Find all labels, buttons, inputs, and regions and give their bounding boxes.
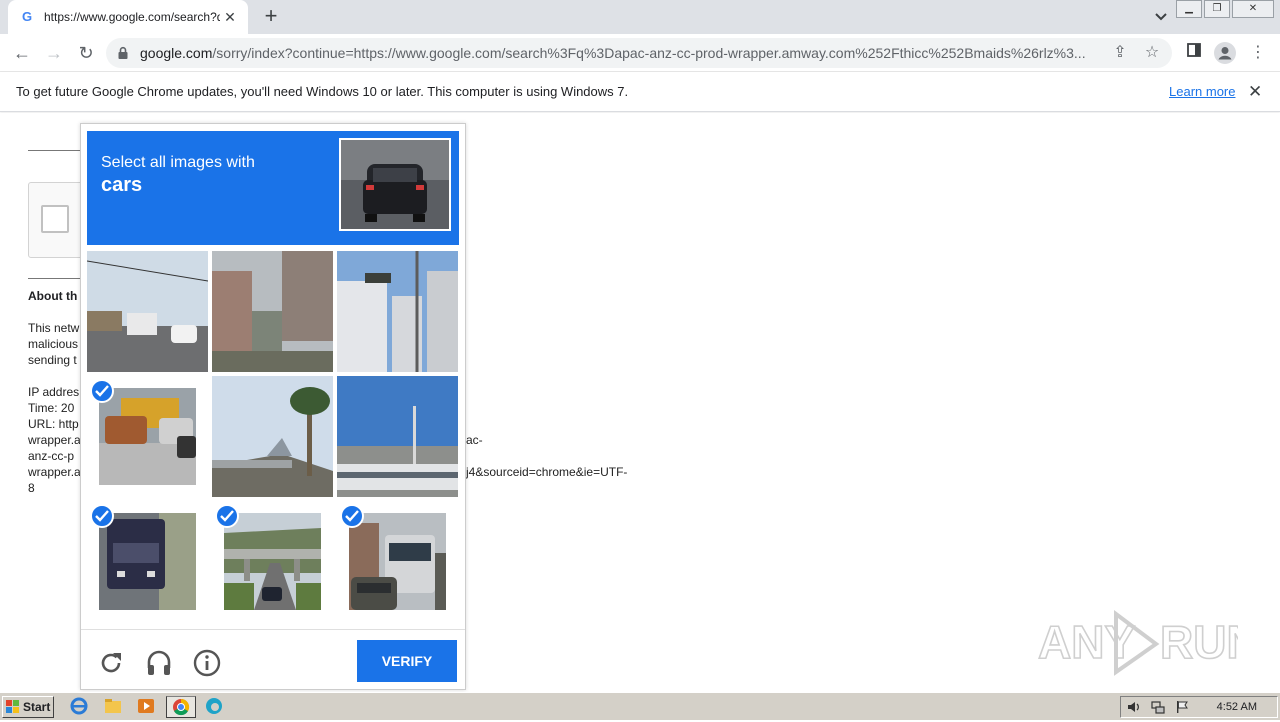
minimize-button[interactable]: ▁ — [1176, 0, 1202, 18]
checkmark-icon — [340, 504, 364, 528]
svg-text:ANY: ANY — [1038, 616, 1135, 668]
image-tile-selected[interactable] — [87, 376, 208, 497]
edge-icon[interactable] — [203, 696, 227, 718]
address-bar[interactable]: google.com/sorry/index?continue=https://… — [106, 38, 1172, 68]
chrome-taskbar-icon[interactable] — [166, 696, 196, 718]
verify-button[interactable]: VERIFY — [357, 640, 457, 682]
image-tile[interactable] — [337, 251, 458, 372]
image-tile[interactable] — [212, 251, 333, 372]
image-tile[interactable] — [87, 251, 208, 372]
page-text-line: wrapper.a — [28, 433, 81, 447]
recaptcha-checkbox[interactable] — [41, 205, 69, 233]
image-tile-selected[interactable] — [87, 501, 208, 622]
browser-tab[interactable]: G https://www.google.com/search?q= ✕ — [8, 0, 248, 34]
challenge-footer: VERIFY — [81, 629, 465, 689]
window-close-button[interactable]: ✕ — [1232, 0, 1274, 18]
image-grid — [87, 251, 459, 621]
media-player-icon[interactable] — [135, 696, 159, 718]
recaptcha-widget[interactable] — [28, 182, 88, 258]
page-text-line: ac- — [466, 433, 483, 447]
learn-more-link[interactable]: Learn more — [1169, 84, 1235, 99]
internet-explorer-icon[interactable] — [68, 696, 92, 718]
divider — [28, 278, 88, 279]
tile-image — [337, 376, 458, 497]
checkmark-icon — [90, 504, 114, 528]
menu-kebab-icon[interactable]: ⋮ — [1247, 42, 1269, 64]
network-icon[interactable] — [1151, 700, 1165, 714]
window-controls: ▁ ❐ ✕ — [1174, 0, 1274, 18]
windows-flag-icon — [6, 700, 19, 713]
challenge-instruction: Select all images with — [101, 154, 255, 171]
info-icon[interactable] — [192, 648, 222, 678]
tile-image — [337, 251, 458, 372]
audio-challenge-headphones-icon[interactable] — [144, 648, 174, 678]
about-heading: About th — [28, 289, 78, 303]
action-center-flag-icon[interactable] — [1175, 700, 1189, 714]
page-text-line: This netw — [28, 321, 80, 335]
system-tray: 4:52 AM — [1120, 696, 1278, 718]
reload-challenge-icon[interactable] — [96, 648, 126, 678]
browser-toolbar: ← → ↻ google.com/sorry/index?continue=ht… — [0, 34, 1280, 72]
bookmark-star-icon[interactable]: ☆ — [1142, 43, 1162, 63]
divider — [28, 150, 88, 151]
side-panel-icon[interactable] — [1183, 42, 1205, 64]
recaptcha-challenge: Select all images with cars VERIFY — [80, 123, 466, 690]
start-button[interactable]: Start — [2, 696, 54, 718]
volume-icon[interactable] — [1127, 700, 1141, 714]
url-host: google.com — [140, 45, 213, 61]
challenge-header: Select all images with cars — [87, 131, 459, 245]
forward-arrow-icon[interactable]: → — [40, 39, 68, 67]
svg-text:RUN: RUN — [1160, 616, 1238, 668]
tile-image — [87, 251, 208, 372]
checkmark-icon — [90, 379, 114, 403]
tab-title: https://www.google.com/search?q= — [44, 10, 220, 24]
sample-car-image — [339, 138, 451, 231]
update-infobar: To get future Google Chrome updates, you… — [0, 72, 1280, 112]
page-text-line: malicious — [28, 337, 79, 351]
file-explorer-icon[interactable] — [102, 696, 126, 718]
page-text-line: anz-cc-p — [28, 449, 75, 463]
url-path: /sorry/index?continue=https://www.google… — [212, 45, 1086, 61]
tile-image — [349, 513, 446, 610]
page-text-line: wrapper.a — [28, 465, 81, 479]
restore-button[interactable]: ❐ — [1204, 0, 1230, 18]
checkmark-icon — [215, 504, 239, 528]
windows-taskbar: Start 4:52 AM — [0, 692, 1280, 720]
image-tile[interactable] — [212, 376, 333, 497]
image-tile-selected[interactable] — [337, 501, 458, 622]
share-icon[interactable]: ⇪ — [1110, 43, 1130, 63]
tab-search-chevron-icon[interactable] — [1152, 8, 1170, 26]
challenge-target: cars — [101, 174, 143, 196]
page-text-line: 8 — [28, 481, 35, 495]
reload-icon[interactable]: ↻ — [72, 39, 100, 67]
page-text-line: sending t — [28, 353, 77, 367]
tile-image — [212, 251, 333, 372]
image-tile-selected[interactable] — [212, 501, 333, 622]
image-tile[interactable] — [337, 376, 458, 497]
page-text-line: URL: http — [28, 417, 79, 431]
google-favicon-icon: G — [22, 9, 33, 24]
tile-image — [212, 376, 333, 497]
page-text-line: j4&sourceid=chrome&ie=UTF- — [466, 465, 628, 479]
infobar-message: To get future Google Chrome updates, you… — [16, 84, 629, 99]
lock-icon — [118, 46, 128, 59]
tile-image — [99, 388, 196, 485]
profile-avatar-icon[interactable] — [1214, 42, 1236, 64]
anyrun-watermark-logo: ANY RUN — [1038, 610, 1238, 676]
tab-close-icon[interactable]: ✕ — [222, 9, 238, 26]
url-text: google.com/sorry/index?continue=https://… — [140, 45, 1098, 61]
page-text-line: IP addres — [28, 385, 80, 399]
page-text-line: Time: 20 — [28, 401, 75, 415]
taskbar-clock: 4:52 AM — [1216, 701, 1257, 713]
infobar-close-icon[interactable]: ✕ — [1248, 82, 1262, 102]
start-label: Start — [23, 700, 51, 714]
tile-image — [224, 513, 321, 610]
new-tab-button[interactable]: + — [258, 4, 284, 30]
back-arrow-icon[interactable]: ← — [8, 39, 36, 67]
tab-strip: G https://www.google.com/search?q= ✕ + ▁… — [0, 0, 1280, 34]
tile-image — [99, 513, 196, 610]
